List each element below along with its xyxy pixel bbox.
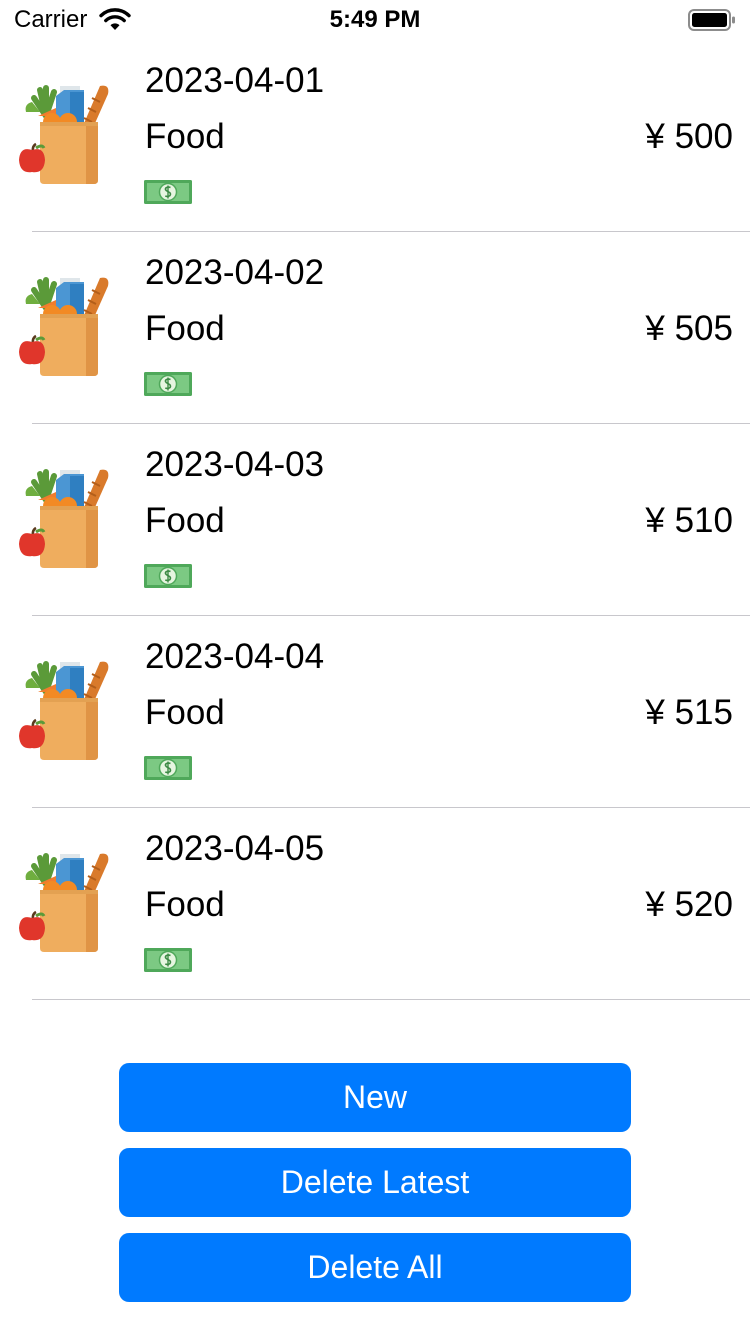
record-category: Food — [145, 885, 225, 924]
cash-icon — [144, 180, 192, 204]
record-date: 2023-04-05 — [145, 829, 325, 868]
cash-icon — [144, 948, 192, 972]
cash-icon — [144, 372, 192, 396]
record-row[interactable]: 2023-04-03 Food ¥ 510 — [0, 424, 750, 616]
record-row[interactable]: 2023-04-01 Food ¥ 500 — [0, 40, 750, 232]
record-row[interactable]: 2023-04-02 Food ¥ 505 — [0, 232, 750, 424]
delete-all-button[interactable]: Delete All — [119, 1233, 631, 1302]
record-date: 2023-04-03 — [145, 445, 325, 484]
record-date: 2023-04-04 — [145, 637, 325, 676]
status-bar: Carrier 5:49 PM — [0, 0, 750, 40]
record-row[interactable]: 2023-04-05 Food ¥ 520 — [0, 808, 750, 1000]
grocery-bag-icon — [19, 853, 109, 952]
record-list: 2023-04-01 Food ¥ 500 2023-04-02 Food ¥ … — [0, 40, 750, 1000]
record-date: 2023-04-01 — [145, 61, 325, 100]
record-category: Food — [145, 309, 225, 348]
screen: Carrier 5:49 PM 2023-04-01 Food ¥ 500 20… — [0, 0, 750, 1334]
grocery-bag-icon — [19, 85, 109, 184]
record-category: Food — [145, 693, 225, 732]
cash-icon — [144, 756, 192, 780]
grocery-bag-icon — [19, 277, 109, 376]
battery-icon — [688, 9, 735, 31]
grocery-bag-icon — [19, 469, 109, 568]
record-date: 2023-04-02 — [145, 253, 325, 292]
row-divider — [32, 999, 750, 1000]
new-button[interactable]: New — [119, 1063, 631, 1132]
record-amount: ¥ 520 — [645, 885, 733, 924]
record-amount: ¥ 510 — [645, 501, 733, 540]
record-amount: ¥ 500 — [645, 117, 733, 156]
grocery-bag-icon — [19, 661, 109, 760]
delete-latest-button[interactable]: Delete Latest — [119, 1148, 631, 1217]
clock: 5:49 PM — [329, 6, 421, 33]
record-row[interactable]: 2023-04-04 Food ¥ 515 — [0, 616, 750, 808]
record-category: Food — [145, 117, 225, 156]
record-amount: ¥ 515 — [645, 693, 733, 732]
record-category: Food — [145, 501, 225, 540]
record-amount: ¥ 505 — [645, 309, 733, 348]
cash-icon — [144, 564, 192, 588]
